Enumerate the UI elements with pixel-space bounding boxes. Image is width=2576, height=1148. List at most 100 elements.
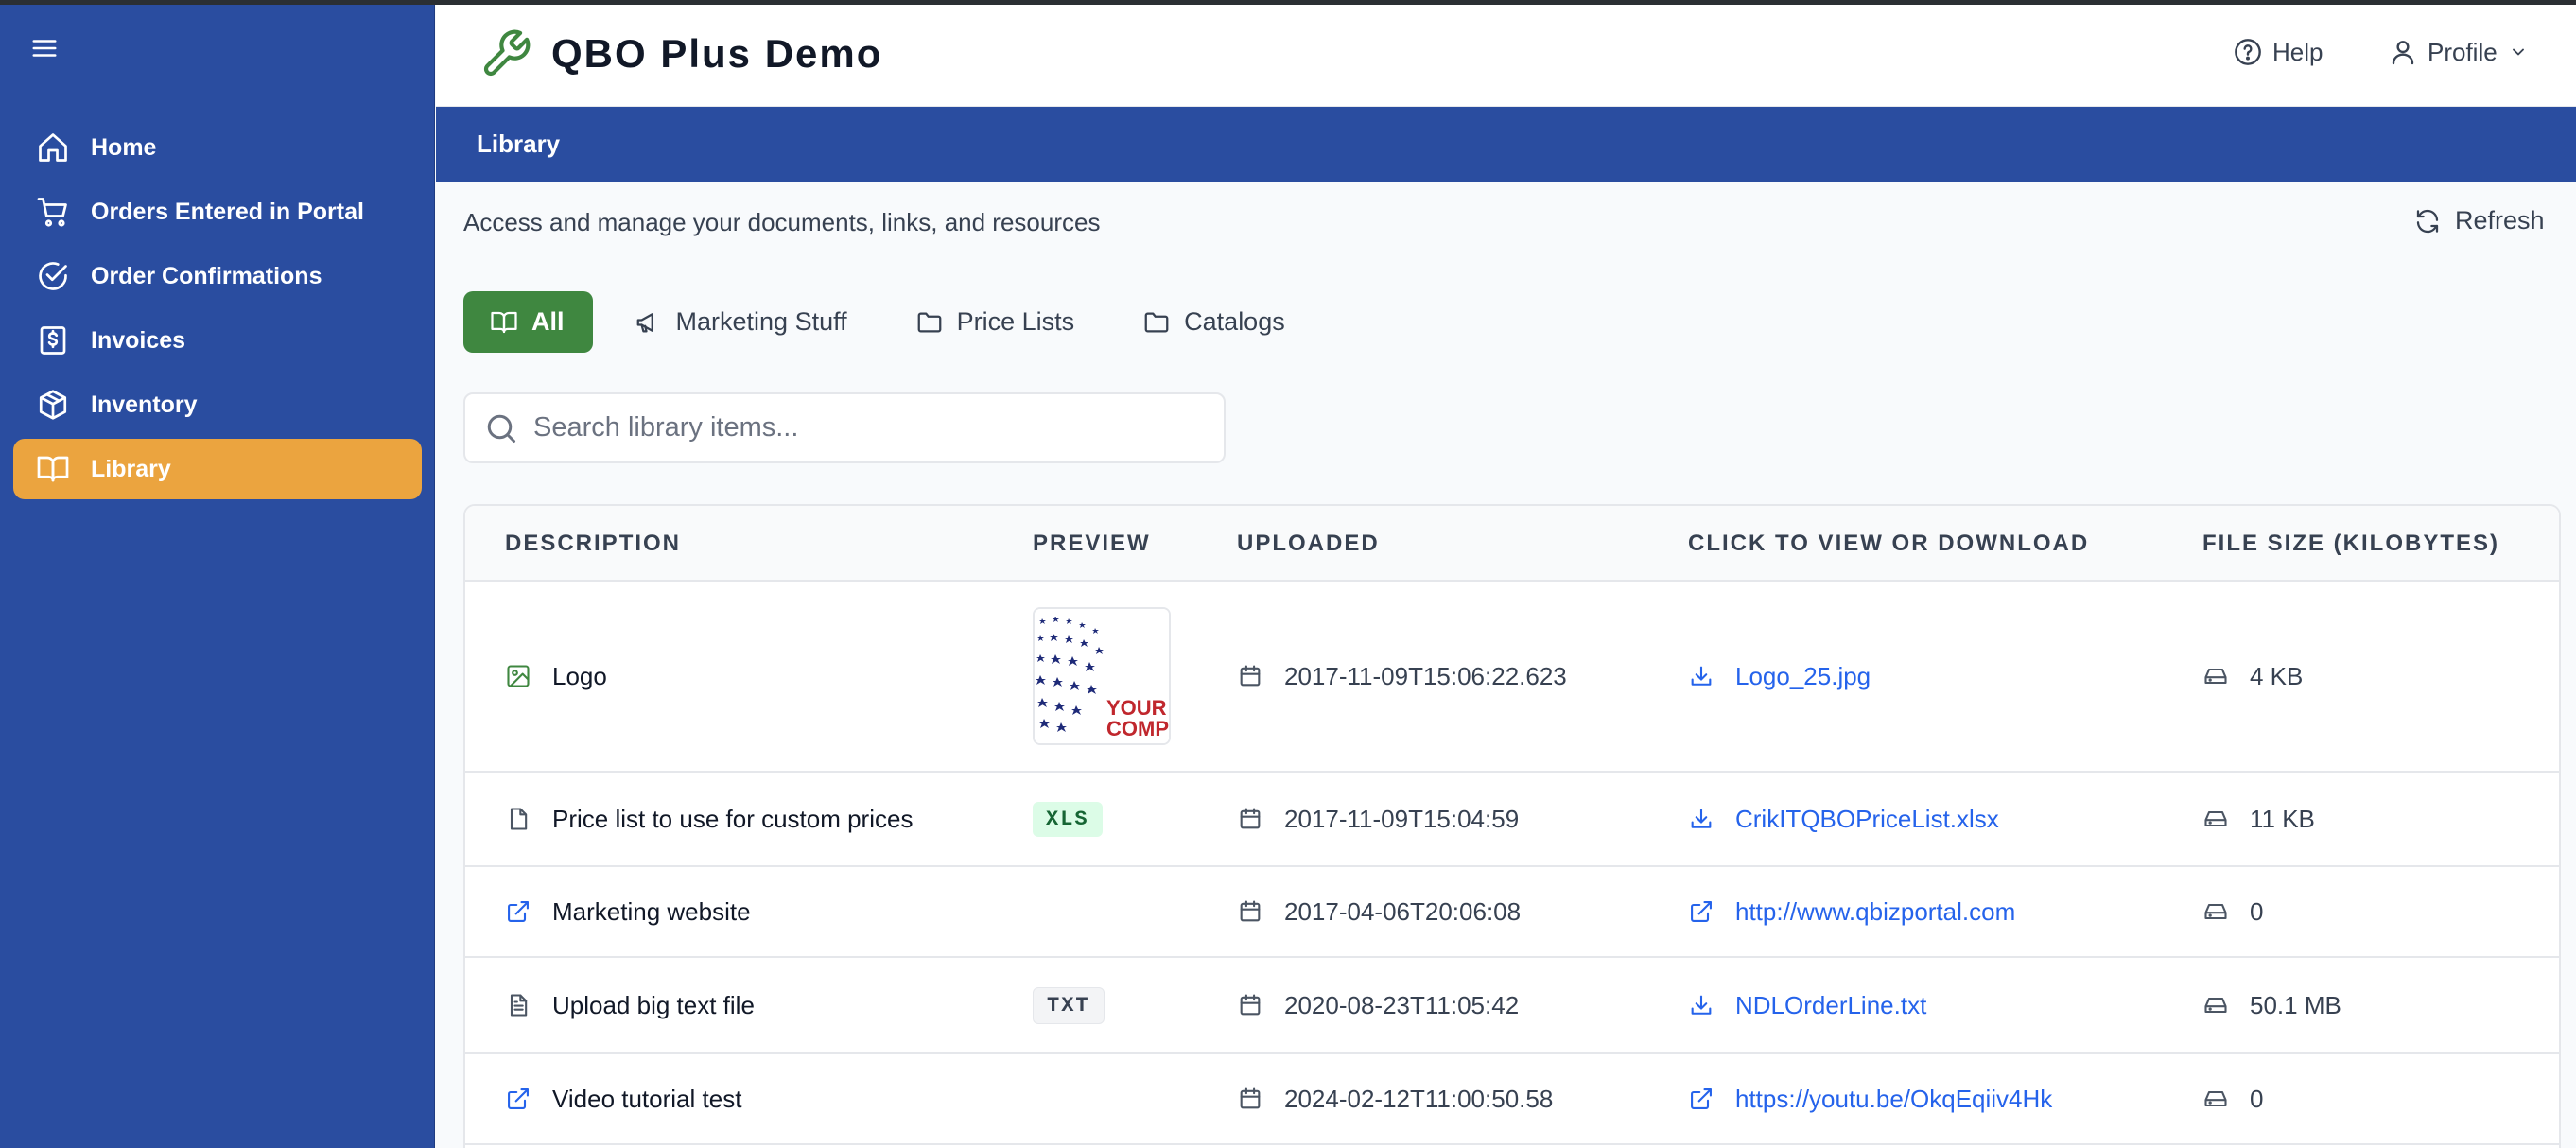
table-row[interactable]: Video tutorial test 2024-02-12T11:00:50.…	[465, 1054, 2559, 1145]
external-link-icon	[1688, 898, 1714, 925]
logo-thumbnail[interactable]: YOUR COMP	[1033, 607, 1171, 745]
menu-toggle-icon[interactable]	[28, 34, 61, 62]
sidebar-item-library[interactable]: Library	[13, 439, 422, 499]
external-link-icon	[505, 898, 531, 925]
search-icon	[487, 414, 515, 443]
page-title: Library	[477, 130, 561, 158]
file-icon	[505, 806, 531, 832]
uploaded-text: 2020-08-23T11:05:42	[1284, 990, 1520, 1019]
uploaded-text: 2017-11-09T15:04:59	[1284, 804, 1520, 833]
column-header-file-size[interactable]: FILE SIZE (KILOBYTES)	[2202, 506, 2499, 582]
file-type-badge: XLS	[1033, 801, 1103, 837]
file-link[interactable]: Logo_25.jpg	[1735, 662, 1871, 691]
sidebar-item-order-confirmations[interactable]: Order Confirmations	[13, 246, 422, 306]
category-tabs: All Marketing Stuff Price Lists Catalogs	[463, 291, 1327, 353]
home-icon	[34, 129, 72, 166]
description-cell: Price list to use for custom prices	[505, 773, 913, 865]
brand: QBO Plus Demo	[479, 27, 882, 80]
library-table: DESCRIPTION PREVIEW UPLOADED CLICK TO VI…	[463, 504, 2561, 1148]
tab-label: Marketing Stuff	[675, 307, 847, 336]
tab-all[interactable]: All	[463, 291, 593, 353]
column-header-preview[interactable]: PREVIEW	[1033, 506, 1151, 582]
column-header-description[interactable]: DESCRIPTION	[505, 506, 681, 582]
invoice-icon	[34, 322, 72, 359]
sidebar-item-orders[interactable]: Orders Entered in Portal	[13, 182, 422, 242]
sidebar-item-label: Invoices	[91, 326, 186, 354]
user-icon	[2392, 41, 2414, 65]
description-text: Video tutorial test	[552, 1084, 742, 1113]
book-icon	[34, 450, 72, 488]
download-icon	[1688, 806, 1714, 832]
app-title: QBO Plus Demo	[551, 31, 883, 76]
search-box	[463, 392, 1226, 463]
table-row[interactable]: Price list to use for custom prices XLS …	[465, 773, 2559, 867]
calendar-icon	[1237, 663, 1263, 689]
page-subtitle: Access and manage your documents, links,…	[463, 208, 1101, 236]
company-logo-image: YOUR COMP	[1035, 609, 1169, 743]
preview-cell: YOUR COMP	[1033, 582, 1171, 771]
table-row[interactable]: Upload big text file TXT 2020-08-23T11:0…	[465, 958, 2559, 1054]
tab-label: Price Lists	[956, 307, 1075, 336]
size-cell: 11 KB	[2202, 773, 2315, 865]
tab-catalogs[interactable]: Catalogs	[1116, 291, 1312, 353]
tab-label: All	[531, 307, 565, 336]
download-icon	[1688, 663, 1714, 689]
file-type-badge: TXT	[1033, 986, 1105, 1024]
uploaded-cell: 2017-11-09T15:06:22.623	[1237, 582, 1567, 771]
size-cell: 0	[2202, 1054, 2263, 1143]
hard-drive-icon	[2202, 898, 2229, 925]
image-icon	[505, 663, 531, 689]
profile-menu-button[interactable]: Profile	[2388, 37, 2528, 67]
chevron-down-icon	[2512, 48, 2524, 56]
refresh-icon	[2416, 209, 2439, 233]
tab-marketing-stuff[interactable]: Marketing Stuff	[608, 291, 874, 353]
preview-cell: XLS	[1033, 773, 1103, 865]
size-text: 0	[2250, 1084, 2264, 1113]
folder-icon	[917, 312, 941, 332]
size-text: 11 KB	[2250, 804, 2315, 833]
hard-drive-icon	[2202, 992, 2229, 1018]
search-input[interactable]	[533, 412, 1195, 444]
uploaded-text: 2017-11-09T15:06:22.623	[1284, 661, 1567, 690]
sidebar-item-label: Orders Entered in Portal	[91, 198, 364, 225]
calendar-icon	[1237, 806, 1263, 832]
table-row[interactable]: Marketing website 2017-04-06T20:06:08 ht…	[465, 867, 2559, 958]
book-icon	[491, 311, 517, 333]
help-label: Help	[2272, 37, 2324, 66]
refresh-button[interactable]: Refresh	[2413, 206, 2545, 235]
sidebar-item-label: Home	[91, 133, 157, 161]
help-circle-icon	[2235, 39, 2261, 65]
uploaded-cell: 2017-04-06T20:06:08	[1237, 867, 1521, 956]
megaphone-icon	[636, 312, 653, 332]
help-button[interactable]: Help	[2233, 37, 2323, 67]
description-cell: Upload big text file	[505, 958, 755, 1052]
sidebar-item-label: Order Confirmations	[91, 262, 322, 289]
text-file-icon	[505, 992, 531, 1018]
sidebar-item-invoices[interactable]: Invoices	[13, 310, 422, 371]
uploaded-text: 2017-04-06T20:06:08	[1284, 896, 1522, 926]
sidebar-item-home[interactable]: Home	[13, 117, 422, 178]
tab-price-lists[interactable]: Price Lists	[889, 291, 1102, 353]
description-cell: Marketing website	[505, 867, 751, 956]
column-header-uploaded[interactable]: UPLOADED	[1237, 506, 1380, 582]
link-cell: NDLOrderLine.txt	[1688, 958, 1926, 1052]
sidebar-nav: Home Orders Entered in Portal Order Conf…	[13, 117, 422, 503]
column-header-link[interactable]: CLICK TO VIEW OR DOWNLOAD	[1688, 506, 2089, 582]
url-link[interactable]: http://www.qbizportal.com	[1735, 897, 2015, 927]
size-cell: 50.1 MB	[2202, 958, 2341, 1052]
url-link[interactable]: https://youtu.be/OkqEqiiv4Hk	[1735, 1085, 2052, 1114]
file-link[interactable]: CrikITQBOPriceList.xlsx	[1735, 805, 1999, 834]
wrench-icon	[483, 29, 531, 77]
box-icon	[34, 386, 72, 424]
profile-label: Profile	[2428, 37, 2498, 66]
description-text: Price list to use for custom prices	[552, 804, 914, 833]
table-row[interactable]: Logo YOUR COMP 2017-11-09T15:06:22.623 L…	[465, 582, 2559, 773]
calendar-icon	[1237, 1086, 1263, 1112]
size-text: 0	[2250, 896, 2264, 926]
folder-icon	[1144, 312, 1169, 332]
sidebar-item-label: Library	[91, 455, 171, 482]
sidebar-item-inventory[interactable]: Inventory	[13, 374, 422, 435]
file-link[interactable]: NDLOrderLine.txt	[1735, 991, 1926, 1020]
description-text: Logo	[552, 661, 607, 690]
link-cell: http://www.qbizportal.com	[1688, 867, 2015, 956]
